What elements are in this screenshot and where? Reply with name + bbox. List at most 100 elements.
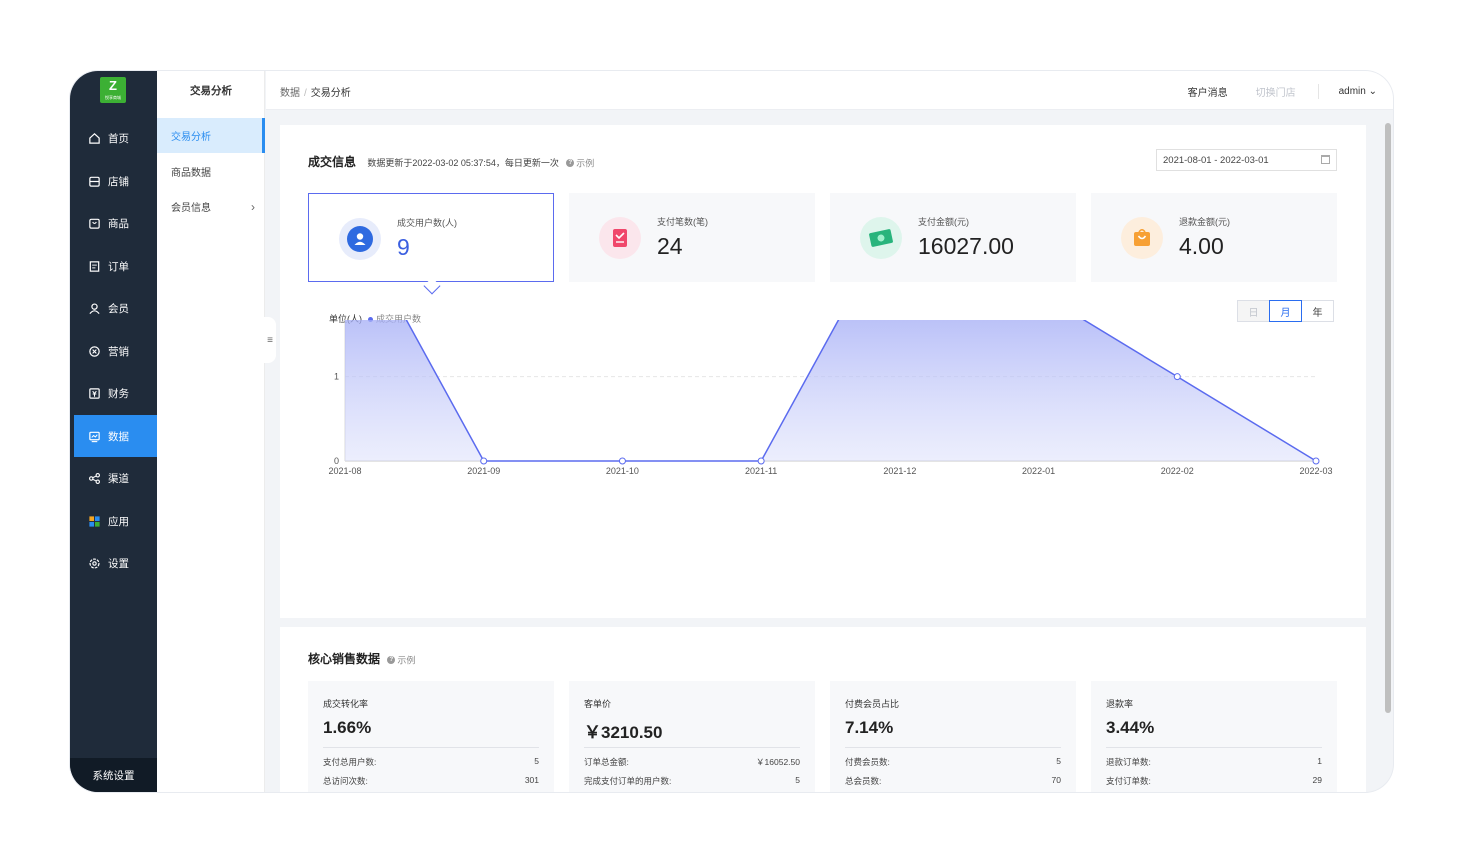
nav-item-members[interactable]: 会员	[70, 287, 157, 329]
period-month-button[interactable]: 月	[1269, 300, 1302, 322]
nav-label: 店铺	[108, 175, 129, 188]
submenu-label: 商品数据	[171, 168, 211, 179]
nav-item-goods[interactable]: 商品	[70, 202, 157, 244]
nav-item-orders[interactable]: 订单	[70, 245, 157, 287]
nav-label: 营销	[108, 345, 129, 358]
panel-title: 成交信息	[308, 155, 357, 169]
divider	[584, 747, 800, 748]
data-point	[1312, 457, 1320, 465]
top-bar: 数据 / 交易分析 客户消息 切换门店 admin ⌄	[266, 71, 1393, 110]
nav-item-data[interactable]: 数据	[74, 415, 157, 457]
nav-label: 商品	[108, 217, 129, 230]
series-area	[345, 320, 1316, 461]
core-sales-header: 核心销售数据 ? 示例	[308, 650, 415, 667]
menu-icon: ≡	[267, 334, 273, 346]
x-tick-label: 2022-02	[1161, 466, 1194, 476]
help-icon[interactable]: ?	[387, 655, 396, 664]
nav-label: 设置	[108, 557, 129, 570]
x-tick-label: 2021-11	[745, 466, 777, 476]
money-icon	[860, 217, 902, 259]
submenu-item-trade-analysis[interactable]: 交易分析	[157, 118, 265, 153]
metric-row: 付费会员数: 5	[845, 756, 1061, 768]
metric-row: 总访问次数: 301	[323, 775, 539, 787]
x-tick-label: 2021-10	[606, 466, 639, 476]
period-day-button[interactable]: 日	[1237, 300, 1270, 322]
submenu-label: 会员信息	[171, 203, 211, 214]
nav-item-apps[interactable]: 应用	[70, 500, 157, 542]
nav-item-finance[interactable]: 财务	[70, 372, 157, 414]
submenu-label: 交易分析	[171, 132, 211, 143]
switch-store-link[interactable]: 切换门店	[1256, 84, 1319, 99]
metric-row-label: 支付订单数:	[1106, 776, 1151, 786]
deal-users-chart: 01232021-082021-092021-102021-112021-122…	[328, 320, 1333, 476]
metric-row-label: 退款订单数:	[1106, 757, 1151, 767]
breadcrumb: 数据 / 交易分析	[280, 84, 351, 99]
nav-item-store[interactable]: 店铺	[70, 160, 157, 202]
metric-value: 1.66%	[323, 718, 372, 737]
metric-row-label: 付费会员数:	[845, 757, 890, 767]
nav-label: 订单	[108, 260, 129, 273]
breadcrumb-item-data[interactable]: 数据	[280, 88, 300, 99]
metric-row-value: 5	[534, 756, 539, 766]
marketing-icon	[89, 345, 100, 357]
receipt-icon	[599, 217, 641, 259]
metric-row-value: 1	[1317, 756, 1322, 766]
breadcrumb-separator: /	[304, 88, 307, 99]
stat-value: 24	[657, 233, 683, 259]
logo-text: 悦享商城	[105, 95, 121, 100]
customer-messages-link[interactable]: 客户消息	[1188, 84, 1228, 99]
metric-card-conversion: 成交转化率 1.66% 支付总用户数: 5 总访问次数: 301	[308, 681, 554, 792]
metric-row-value: 29	[1312, 775, 1322, 785]
stat-card-pay-amount[interactable]: 支付金额(元) 16027.00	[830, 193, 1076, 282]
example-link[interactable]: 示例	[576, 158, 594, 168]
metric-card-paid-member-ratio: 付费会员占比 7.14% 付费会员数: 5 总会员数: 70	[830, 681, 1076, 792]
chevron-right-icon: ›	[251, 199, 255, 214]
finance-icon	[89, 387, 100, 399]
user-menu[interactable]: admin ⌄	[1339, 86, 1377, 97]
collapse-menu-button[interactable]: ≡	[264, 317, 276, 363]
stat-label: 退款金额(元)	[1179, 217, 1230, 227]
nav-label: 应用	[108, 515, 129, 528]
stat-label: 成交用户数(人)	[397, 218, 457, 228]
date-range-picker[interactable]: 2021-08-01 - 2022-03-01	[1156, 149, 1337, 171]
stat-card-deal-users[interactable]: 成交用户数(人) 9	[308, 193, 554, 282]
stat-card-refund-amount[interactable]: 退款金额(元) 4.00	[1091, 193, 1337, 282]
gear-icon	[89, 557, 100, 569]
logo-glyph: Z	[109, 78, 117, 93]
user-icon	[89, 302, 100, 314]
nav-item-settings[interactable]: 设置	[70, 542, 157, 584]
core-sales-panel: 核心销售数据 ? 示例 成交转化率 1.66% 支付总用户数: 5 总访问次数: 30…	[280, 627, 1366, 792]
metric-title: 成交转化率	[323, 699, 369, 709]
example-link[interactable]: 示例	[397, 655, 415, 665]
data-point	[618, 457, 626, 465]
calendar-icon	[1321, 155, 1330, 164]
metric-row-value: 5	[1056, 756, 1061, 766]
help-icon[interactable]: ?	[566, 158, 575, 167]
logo[interactable]: Z 悦享商城	[100, 77, 126, 103]
metric-value: 3.44%	[1106, 718, 1155, 737]
metric-row-value: 5	[795, 775, 800, 785]
nav-item-marketing[interactable]: 营销	[70, 330, 157, 372]
data-point	[480, 457, 488, 465]
submenu-title: 交易分析	[190, 85, 232, 97]
stat-card-payments[interactable]: 支付笔数(笔) 24	[569, 193, 815, 282]
user-badge-icon	[339, 218, 381, 260]
scrollbar[interactable]	[1385, 123, 1391, 713]
metric-row-label: 支付总用户数:	[323, 757, 377, 767]
shopping-bag-icon	[1121, 217, 1163, 259]
nav-item-home[interactable]: 首页	[70, 117, 157, 159]
order-icon	[89, 260, 100, 272]
x-tick-label: 2022-03	[1299, 466, 1332, 476]
metric-row: 退款订单数: 1	[1106, 756, 1322, 768]
x-tick-label: 2021-08	[328, 466, 361, 476]
stat-value: 9	[397, 234, 410, 260]
chevron-down-icon: ⌄	[1368, 86, 1377, 97]
metric-row-value: ￥16052.50	[756, 757, 800, 767]
nav-item-channels[interactable]: 渠道	[70, 457, 157, 499]
submenu-item-member-info[interactable]: 会员信息 ›	[157, 189, 265, 224]
x-tick-label: 2021-09	[467, 466, 500, 476]
submenu-item-goods-data[interactable]: 商品数据	[157, 154, 265, 189]
system-settings-button[interactable]: 系统设置	[70, 758, 157, 792]
x-tick-label: 2022-01	[1022, 466, 1055, 476]
period-year-button[interactable]: 年	[1301, 300, 1334, 322]
